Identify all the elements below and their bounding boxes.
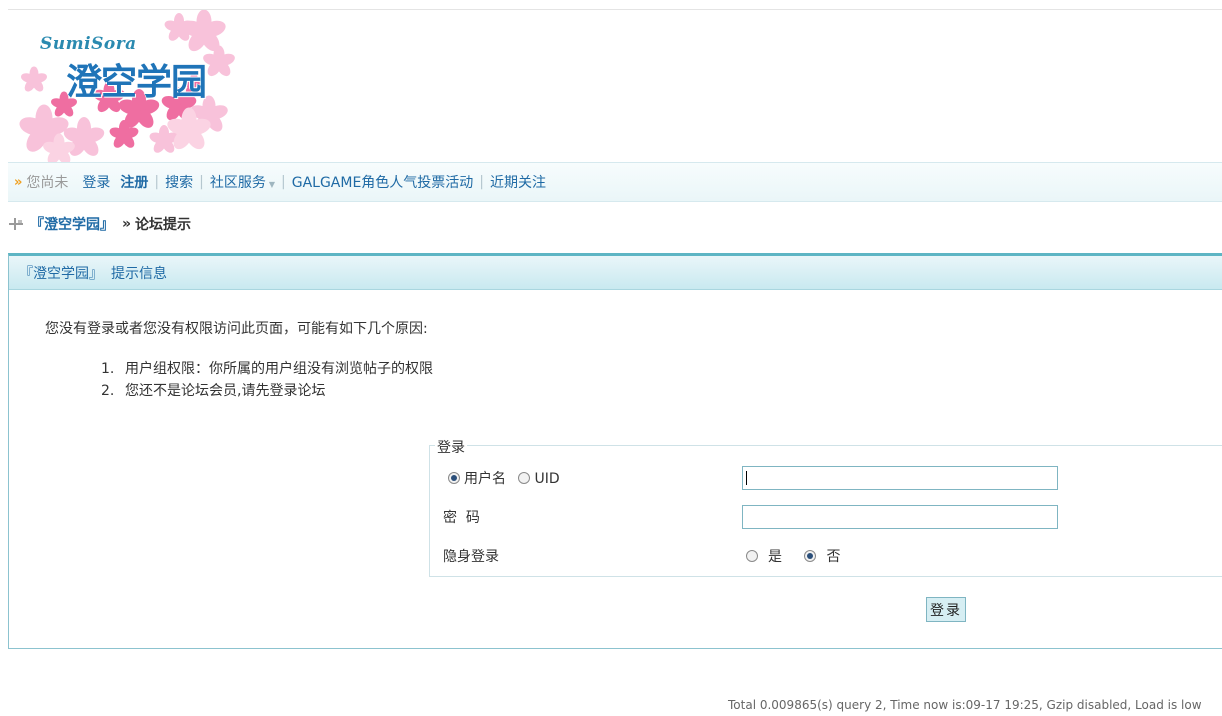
login-submit-button[interactable]: 登录 — [926, 597, 966, 622]
breadcrumb-forum-link[interactable]: 『澄空学园』 — [30, 214, 114, 234]
panel-header-forum-link[interactable]: 『澄空学园』 — [19, 263, 103, 283]
reason-list: 1. 用户组权限：你所属的用户组没有浏览帖子的权限 2. 您还不是论坛会员,请先登录… — [101, 359, 433, 403]
breadcrumb: 『澄空学园』 » 论坛提示 — [8, 214, 191, 234]
uid-option[interactable]: UID — [518, 471, 560, 487]
logo-script-text: SumiSora — [40, 34, 137, 54]
nav-community-label: 社区服务 — [209, 175, 266, 191]
text-caret — [746, 471, 747, 485]
hidden-no-radio[interactable] — [804, 550, 817, 562]
nav-separator: | — [281, 174, 286, 190]
reason-number: 1. — [101, 361, 115, 377]
uid-radio[interactable] — [518, 472, 531, 484]
hidden-login-group: 是 否 — [746, 546, 840, 566]
username-option[interactable]: 用户名 — [448, 471, 506, 487]
nav-arrow-icon: » — [14, 174, 23, 190]
password-label: 密 码 — [443, 510, 480, 526]
forum-tree-icon — [9, 218, 23, 230]
reason-text: 用户组权限：你所属的用户组没有浏览帖子的权限 — [125, 361, 433, 377]
login-legend: 登录 — [435, 437, 467, 457]
username-radio[interactable] — [448, 472, 460, 484]
nav-community-menu[interactable]: 社区服务 ▼ — [210, 172, 275, 192]
breadcrumb-separator: » — [122, 216, 132, 232]
panel-header-title: 提示信息 — [111, 265, 167, 282]
reason-item: 2. 您还不是论坛会员,请先登录论坛 — [101, 381, 433, 403]
hidden-no-label: 否 — [826, 549, 841, 565]
hidden-no-option[interactable]: 否 — [804, 549, 840, 565]
nav-login-link[interactable]: 登录 — [82, 172, 110, 192]
footer-stats: Total 0.009865(s) query 2, Time now is:0… — [728, 698, 1202, 712]
hidden-yes-radio[interactable] — [746, 550, 758, 562]
nav-separator: | — [199, 174, 204, 190]
nav-vote-link[interactable]: GALGAME角色人气投票活动 — [292, 172, 474, 192]
logo-title: 澄空学园 — [66, 61, 207, 103]
reason-item: 1. 用户组权限：你所属的用户组没有浏览帖子的权限 — [101, 359, 433, 381]
chevron-down-icon: ▼ — [268, 180, 275, 189]
login-type-group: 用户名 UID — [448, 468, 560, 488]
notice-panel: 『澄空学园』 提示信息 您没有登录或者您没有权限访问此页面，可能有如下几个原因:… — [8, 253, 1222, 649]
hidden-yes-option[interactable]: 是 — [746, 549, 782, 565]
nav-recent-link[interactable]: 近期关注 — [490, 172, 546, 192]
nav-guest-text: 您尚未 — [26, 175, 69, 191]
breadcrumb-current: 论坛提示 — [135, 217, 192, 233]
username-input[interactable] — [742, 466, 1058, 490]
uid-option-label: UID — [534, 471, 560, 487]
reason-number: 2. — [101, 383, 115, 399]
hidden-login-label: 隐身登录 — [443, 549, 499, 565]
notice-message: 您没有登录或者您没有权限访问此页面，可能有如下几个原因: — [45, 321, 428, 337]
password-input[interactable] — [742, 505, 1058, 529]
top-nav-bar: » 您尚未 登录 注册 | 搜索 | 社区服务 ▼ | GALGAME角色人气投票… — [8, 162, 1222, 202]
site-logo[interactable]: SumiSora 澄空学园 — [14, 10, 236, 162]
panel-header: 『澄空学园』 提示信息 — [9, 256, 1222, 290]
login-fieldset: 登录 用户名 UID 密 码 隐身登录 是 否 — [429, 437, 1222, 577]
nav-separator: | — [154, 174, 160, 190]
reason-text: 您还不是论坛会员,请先登录论坛 — [125, 383, 326, 399]
hidden-yes-label: 是 — [768, 549, 782, 565]
username-option-label: 用户名 — [464, 471, 506, 487]
nav-register-link[interactable]: 注册 — [120, 172, 148, 192]
nav-separator: | — [479, 174, 485, 190]
nav-search-link[interactable]: 搜索 — [165, 172, 193, 192]
